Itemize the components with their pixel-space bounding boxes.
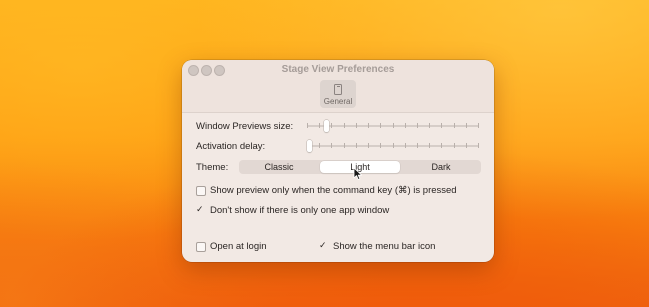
slider-tick xyxy=(319,143,320,148)
slider-tick xyxy=(466,143,467,148)
checkbox-label[interactable]: Don't show if there is only one app wind… xyxy=(210,205,389,216)
checkmark-icon: ✓ xyxy=(319,240,327,250)
slider-tick xyxy=(466,123,467,128)
window-previews-size-slider[interactable] xyxy=(307,119,479,133)
preferences-window: Stage View Preferences General Window Pr… xyxy=(182,60,494,262)
slider-tick xyxy=(380,143,381,148)
slider-tick xyxy=(405,123,406,128)
checkbox-command-key-preview[interactable] xyxy=(196,186,206,196)
slider-tick xyxy=(344,143,345,148)
phone-icon xyxy=(334,84,342,95)
slider-tick xyxy=(478,123,479,128)
slider-tick xyxy=(331,143,332,148)
mouse-pointer-icon xyxy=(353,167,362,180)
slider-tick xyxy=(344,123,345,128)
checkbox-open-at-login[interactable] xyxy=(196,242,206,252)
slider-tick xyxy=(405,143,406,148)
checkbox-menu-bar-icon[interactable]: ✓ xyxy=(319,240,329,252)
slider-tick xyxy=(417,143,418,148)
slider-tick xyxy=(368,123,369,128)
slider-tick xyxy=(429,143,430,148)
slider-tick xyxy=(441,123,442,128)
slider-tick xyxy=(417,123,418,128)
slider-tick xyxy=(393,123,394,128)
theme-option-classic[interactable]: Classic xyxy=(239,160,319,174)
activation-delay-label: Activation delay: xyxy=(196,141,266,152)
slider-tick xyxy=(380,123,381,128)
slider-tick xyxy=(356,143,357,148)
toolbar-tab-general[interactable]: General xyxy=(320,80,356,108)
slider-tick xyxy=(307,123,308,128)
theme-option-dark[interactable]: Dark xyxy=(401,160,481,174)
slider-knob[interactable] xyxy=(324,120,329,132)
slider-knob[interactable] xyxy=(307,140,312,152)
slider-tick xyxy=(441,143,442,148)
slider-tick xyxy=(356,123,357,128)
window-title: Stage View Preferences xyxy=(281,64,395,75)
checkbox-label[interactable]: Show preview only when the command key (… xyxy=(210,185,457,196)
slider-tick xyxy=(331,123,332,128)
checkbox-label[interactable]: Open at login xyxy=(210,241,267,252)
slider-tick xyxy=(368,143,369,148)
slider-tick xyxy=(393,143,394,148)
slider-tick xyxy=(429,123,430,128)
checkbox-label[interactable]: Show the menu bar icon xyxy=(333,241,435,252)
theme-label: Theme: xyxy=(196,162,229,173)
window-previews-size-label: Window Previews size: xyxy=(196,121,294,132)
checkmark-icon: ✓ xyxy=(196,204,204,214)
activation-delay-slider[interactable] xyxy=(307,139,479,153)
slider-tick xyxy=(454,143,455,148)
slider-tick xyxy=(478,143,479,148)
slider-tick xyxy=(454,123,455,128)
slider-tick xyxy=(319,123,320,128)
toolbar-tab-label: General xyxy=(323,97,353,106)
checkbox-single-window[interactable]: ✓ xyxy=(196,204,206,216)
window-titlebar[interactable]: Stage View Preferences General xyxy=(182,60,494,113)
